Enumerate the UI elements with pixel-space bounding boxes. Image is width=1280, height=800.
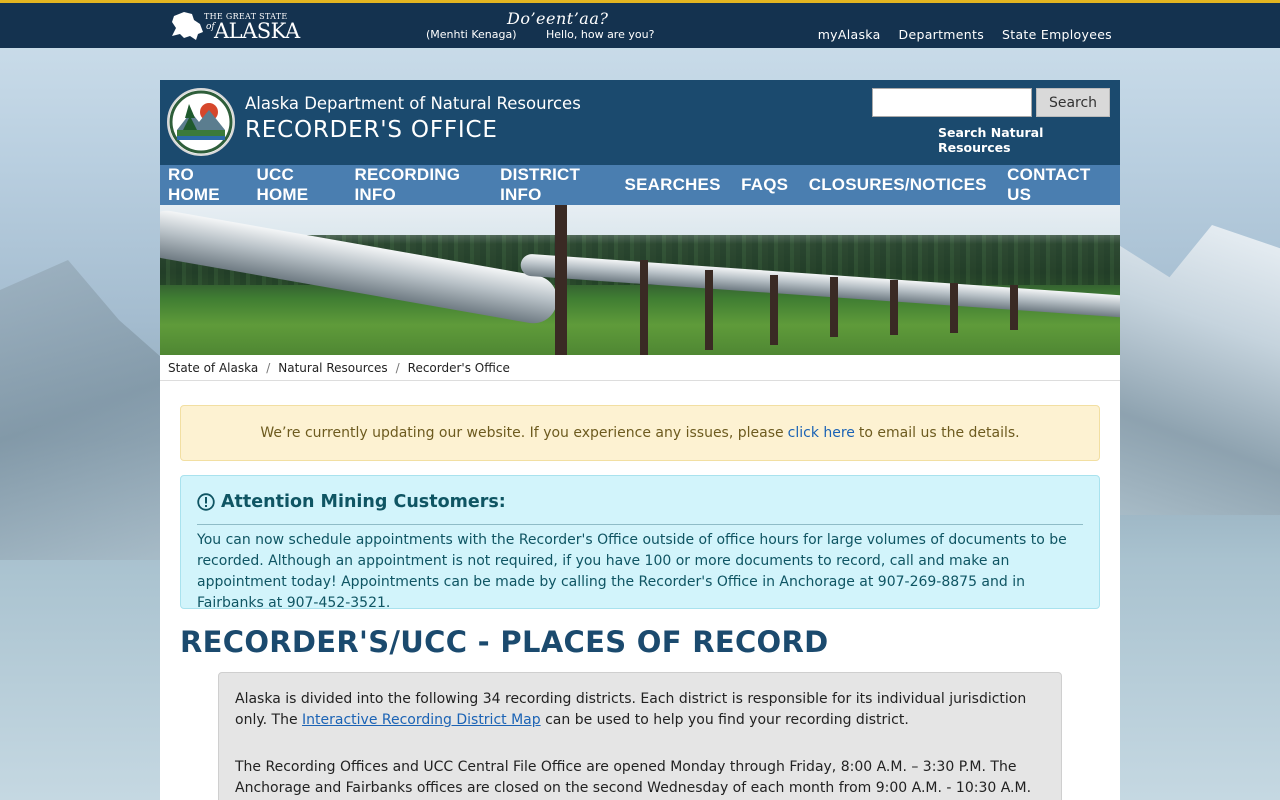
breadcrumb-separator: / (266, 360, 271, 375)
mining-alert-title: Attention Mining Customers: (197, 492, 506, 512)
department-name: Alaska Department of Natural Resources (245, 94, 581, 113)
nav-recording-info[interactable]: RECORDING INFO (354, 165, 479, 205)
site-header: Alaska Department of Natural Resources R… (160, 80, 1120, 165)
banner-post (555, 205, 567, 355)
mining-customers-alert: Attention Mining Customers: You can now … (180, 475, 1100, 611)
info-paragraph-2: The Recording Offices and UCC Central Fi… (235, 759, 1032, 796)
banner-post (950, 283, 958, 333)
background-mountain-left (0, 260, 170, 560)
main-nav: RO HOME UCC HOME RECORDING INFO DISTRICT… (160, 165, 1120, 205)
banner-post (770, 275, 778, 345)
info-paragraph-1: Alaska is divided into the following 34 … (235, 689, 1045, 731)
dnr-seal-icon (169, 90, 233, 154)
nav-closures-notices[interactable]: CLOSURES/NOTICES (809, 175, 987, 195)
link-state-employees[interactable]: State Employees (1002, 27, 1112, 42)
mining-alert-title-text: Attention Mining Customers: (221, 492, 506, 512)
info-p1-after: can be used to help you find your record… (545, 712, 909, 728)
breadcrumb: State of Alaska / Natural Resources / Re… (160, 355, 1120, 381)
greeting-language: (Menhti Kenaga) (426, 28, 517, 41)
logo-alaska-text: ALASKA (214, 19, 300, 43)
state-top-bar: THE GREAT STATE of ALASKA Do’eent’aa? (M… (0, 0, 1280, 48)
places-of-record-info: Alaska is divided into the following 34 … (218, 672, 1062, 800)
link-myalaska[interactable]: myAlaska (818, 27, 881, 42)
banner-post (890, 280, 898, 335)
search-input[interactable] (872, 88, 1032, 117)
search-button[interactable]: Search (1036, 88, 1110, 117)
nav-ro-home[interactable]: RO HOME (168, 165, 236, 205)
exclamation-circle-icon (197, 493, 215, 511)
link-departments[interactable]: Departments (899, 27, 984, 42)
breadcrumb-separator: / (395, 360, 400, 375)
office-name: RECORDER'S OFFICE (245, 117, 498, 143)
background-mountain-right (1110, 225, 1280, 515)
page-container: Alaska Department of Natural Resources R… (160, 80, 1120, 800)
nav-faqs[interactable]: FAQS (741, 175, 788, 195)
breadcrumb-recorders-office: Recorder's Office (407, 360, 510, 375)
alaska-state-logo[interactable]: THE GREAT STATE of ALASKA (170, 8, 315, 44)
mining-alert-divider (197, 524, 1083, 525)
notice-text-before: We’re currently updating our website. If… (260, 425, 784, 441)
interactive-district-map-link[interactable]: Interactive Recording District Map (302, 712, 541, 728)
nav-searches[interactable]: SEARCHES (625, 175, 721, 195)
website-update-notice: We’re currently updating our website. If… (180, 405, 1100, 461)
dnr-seal-logo[interactable] (167, 88, 235, 156)
notice-click-here-link[interactable]: click here (788, 425, 855, 441)
nav-contact-us[interactable]: CONTACT US (1007, 165, 1099, 205)
breadcrumb-natural-resources[interactable]: Natural Resources (278, 361, 387, 375)
top-links: myAlaska Departments State Employees (818, 27, 1112, 42)
search-scope-label[interactable]: Search Natural Resources (938, 125, 1120, 155)
banner-post (830, 277, 838, 337)
breadcrumb-state-of-alaska[interactable]: State of Alaska (168, 361, 258, 375)
notice-text-after: to email us the details. (858, 425, 1020, 441)
native-greeting: Do’eent’aa? (Menhti Kenaga) Hello, how a… (420, 6, 660, 46)
greeting-native-text: Do’eent’aa? (507, 9, 609, 28)
banner-post (705, 270, 713, 350)
banner-post (1010, 285, 1018, 330)
page-title: RECORDER'S/UCC - PLACES OF RECORD (180, 625, 829, 659)
banner-post (640, 260, 648, 355)
greeting-english: Hello, how are you? (546, 28, 655, 41)
nav-ucc-home[interactable]: UCC HOME (257, 165, 334, 205)
nav-district-info[interactable]: DISTRICT INFO (500, 165, 604, 205)
pipeline-banner-image (160, 205, 1120, 355)
alaska-map-icon (172, 12, 203, 40)
mining-alert-body: You can now schedule appointments with t… (197, 532, 1067, 611)
